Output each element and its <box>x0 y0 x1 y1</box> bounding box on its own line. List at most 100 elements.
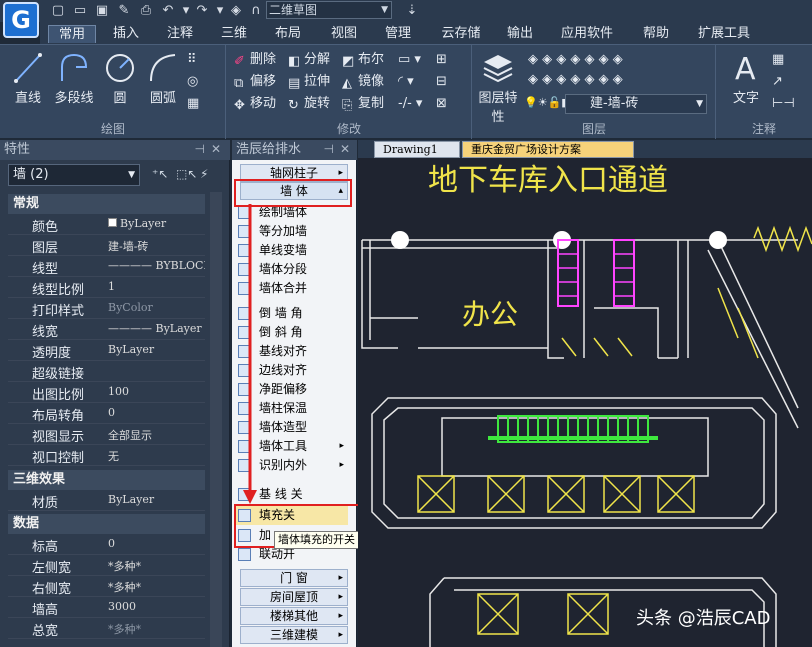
close-icon[interactable]: ✕ <box>340 142 350 156</box>
property-value[interactable]: *多种* <box>108 579 205 595</box>
data-property-row[interactable]: 标高 0 <box>8 534 205 555</box>
tab-apps[interactable]: 应用软件 <box>554 25 620 43</box>
property-value[interactable]: 3000 <box>108 600 205 613</box>
layer-state-icon[interactable]: ◈ ◈ ◈ ◈ ◈ ◈ ◈ <box>528 71 623 89</box>
undo-dropdown-icon[interactable]: ▾ <box>178 3 194 19</box>
property-value[interactable]: ByLayer <box>108 493 205 506</box>
tab-annotate[interactable]: 注释 <box>160 25 200 43</box>
text-button[interactable]: A 文字 <box>726 51 766 106</box>
rectangle-icon[interactable]: ▦ <box>187 95 199 113</box>
open-folder-icon[interactable]: ▭ <box>72 3 88 19</box>
tab-extensions[interactable]: 扩展工具 <box>692 25 756 43</box>
room-roof-button[interactable]: 房间屋顶 ▸ <box>240 588 348 606</box>
data-property-row[interactable]: 总宽 *多种* <box>8 618 205 639</box>
model-3d-button[interactable]: 三维建模 ▸ <box>240 626 348 644</box>
general-property-row[interactable]: 图层 建-墙-砖 <box>8 235 205 256</box>
print-icon[interactable]: ⎙ <box>138 3 154 19</box>
polyline-button[interactable]: 多段线 <box>52 51 96 106</box>
save-icon[interactable]: ▣ <box>94 3 110 19</box>
boolean-button[interactable]: ◩ 布尔 <box>342 51 384 69</box>
select-objects-icon[interactable]: ⬚↖ <box>176 167 197 181</box>
door-window-button[interactable]: 门 窗 ▸ <box>240 569 348 587</box>
fillet-icon[interactable]: ◜ ▾ <box>398 73 414 91</box>
app-logo[interactable]: G <box>3 2 39 38</box>
property-value[interactable]: ———— ByLayer <box>108 322 205 335</box>
align-icon[interactable]: ⊟ <box>436 73 447 91</box>
property-value[interactable]: 1 <box>108 280 205 293</box>
pin-icon[interactable]: ⊣ <box>324 142 334 156</box>
leader-icon[interactable]: ↗ <box>772 73 783 91</box>
current-layer-combo[interactable]: 建-墙-砖 ▼ <box>565 94 707 114</box>
stretch-button[interactable]: ▤ 拉伸 <box>288 73 330 91</box>
general-property-row[interactable]: 视图显示 全部显示 <box>8 424 205 445</box>
general-property-row[interactable]: 出图比例 100 <box>8 382 205 403</box>
redo-icon[interactable]: ↷ <box>194 3 210 19</box>
tab-output[interactable]: 输出 <box>500 25 540 43</box>
tab-cloud[interactable]: 云存储 <box>434 25 488 43</box>
layers-stack-icon[interactable]: ◈ <box>228 3 244 19</box>
table-icon[interactable]: ▦ <box>772 51 784 69</box>
three-d-property-row[interactable]: 材质 ByLayer <box>8 490 205 511</box>
property-value[interactable]: 建-墙-砖 <box>108 238 205 254</box>
property-value[interactable]: 0 <box>108 406 205 419</box>
general-property-row[interactable]: 线型 ———— BYBLOCK <box>8 256 205 277</box>
property-value[interactable]: ———— BYBLOCK <box>108 259 205 272</box>
property-value[interactable]: ByLayer <box>108 217 205 230</box>
scale-icon[interactable]: ▭ ▾ <box>398 51 421 69</box>
property-value[interactable]: 全部显示 <box>108 427 205 443</box>
break-icon[interactable]: ⊠ <box>436 95 447 113</box>
property-value[interactable]: ByLayer <box>108 343 205 356</box>
tab-help[interactable]: 帮助 <box>636 25 676 43</box>
rotate-button[interactable]: ↻ 旋转 <box>288 95 330 113</box>
undo-icon[interactable]: ↶ <box>160 3 176 19</box>
workspace-combo[interactable]: 二维草图 ▼ <box>266 1 392 19</box>
general-property-row[interactable]: 线宽 ———— ByLayer <box>8 319 205 340</box>
general-property-row[interactable]: 布局转角 0 <box>8 403 205 424</box>
general-property-row[interactable]: 打印样式 ByColor <box>8 298 205 319</box>
general-property-row[interactable]: 视口控制 无 <box>8 445 205 466</box>
move-button[interactable]: ✥ 移动 <box>234 95 276 113</box>
array-icon[interactable]: ⊞ <box>436 51 447 69</box>
general-property-row[interactable]: 颜色 ByLayer <box>8 214 205 235</box>
selection-combo[interactable]: 墙 (2) ▼ <box>8 164 140 186</box>
offset-button[interactable]: ⧉ 偏移 <box>234 73 276 91</box>
section-general[interactable]: 常规 <box>8 194 205 214</box>
stairs-other-button[interactable]: 楼梯其他 ▸ <box>240 607 348 625</box>
property-value[interactable]: ByColor <box>108 301 205 314</box>
circle-button[interactable]: 圆 <box>100 51 140 106</box>
layer-properties-button[interactable]: 图层特性 <box>476 51 520 125</box>
ellipse-icon[interactable]: ◎ <box>187 73 198 91</box>
close-icon[interactable]: ✕ <box>211 142 221 156</box>
data-property-row[interactable]: 墙高 3000 <box>8 597 205 618</box>
property-value[interactable]: 100 <box>108 385 205 398</box>
new-file-icon[interactable]: ▢ <box>50 3 66 19</box>
hatch-grid-icon[interactable]: ⠿ <box>187 51 197 69</box>
tab-view[interactable]: 视图 <box>324 25 364 43</box>
line-button[interactable]: 直线 <box>8 51 48 106</box>
data-property-row[interactable]: 左侧宽 *多种* <box>8 555 205 576</box>
dimension-icon[interactable]: ⊢⊣ <box>772 95 795 113</box>
general-property-row[interactable]: 透明度 ByLayer <box>8 340 205 361</box>
mirror-button[interactable]: ◭ 镜像 <box>342 73 384 91</box>
general-property-row[interactable]: 超级链接 <box>8 361 205 382</box>
general-property-row[interactable]: 线型比例 1 <box>8 277 205 298</box>
properties-scrollbar[interactable] <box>210 192 222 647</box>
pin-icon[interactable]: ⊣ <box>195 142 205 156</box>
property-value[interactable]: *多种* <box>108 621 205 637</box>
erase-button[interactable]: ✐ 删除 <box>234 51 276 69</box>
explode-button[interactable]: ◧ 分解 <box>288 51 330 69</box>
section-data[interactable]: 数据 <box>8 514 205 534</box>
customize-toolbar-icon[interactable]: ⇣ <box>404 3 420 19</box>
property-value[interactable]: 0 <box>108 537 205 550</box>
save-as-icon[interactable]: ✎ <box>116 3 132 19</box>
tab-insert[interactable]: 插入 <box>106 25 146 43</box>
arc-button[interactable]: 圆弧 <box>143 51 183 106</box>
copy-button[interactable]: ⎘ 复制 <box>342 95 384 113</box>
section-3d[interactable]: 三维效果 <box>8 470 205 490</box>
tab-layout[interactable]: 布局 <box>268 25 308 43</box>
tab-drawing1[interactable]: Drawing1 <box>374 141 460 158</box>
data-property-row[interactable]: 右侧宽 *多种* <box>8 576 205 597</box>
tab-active-drawing[interactable]: 重庆金贸广场设计方案 <box>462 141 634 158</box>
redo-dropdown-icon[interactable]: ▾ <box>212 3 228 19</box>
headset-icon[interactable]: ∩ <box>248 3 264 19</box>
